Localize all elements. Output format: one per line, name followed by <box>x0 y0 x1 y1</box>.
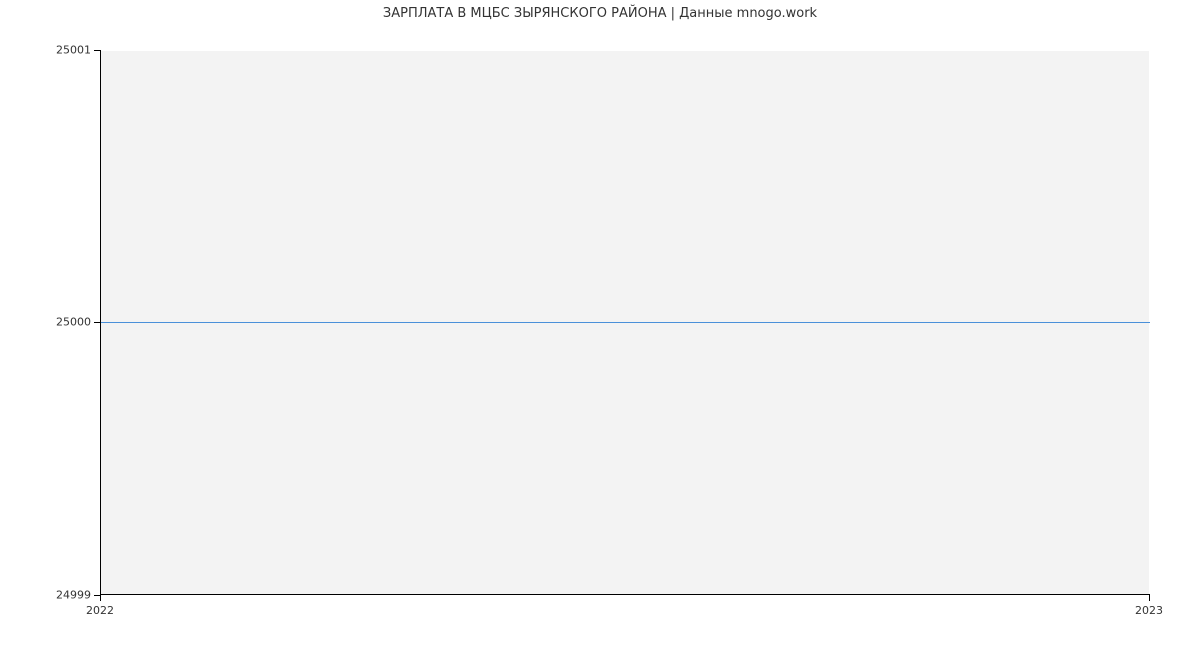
ytick-label-mid: 25000 <box>46 316 91 329</box>
chart-title: ЗАРПЛАТА В МЦБС ЗЫРЯНСКОГО РАЙОНА | Данн… <box>0 6 1200 21</box>
chart-container: ЗАРПЛАТА В МЦБС ЗЫРЯНСКОГО РАЙОНА | Данн… <box>0 0 1200 650</box>
xtick-label-right: 2023 <box>1135 604 1163 617</box>
ytick-label-bot: 24999 <box>46 589 91 602</box>
ytick-label-top: 25001 <box>46 44 91 57</box>
xtick-label-left: 2022 <box>86 604 114 617</box>
data-line <box>101 322 1150 323</box>
ytick-mark-top <box>94 50 100 51</box>
xtick-mark-left <box>100 595 101 601</box>
gridline-y-top <box>101 50 1150 51</box>
xtick-mark-right <box>1149 595 1150 601</box>
plot-area <box>100 50 1150 595</box>
ytick-mark-mid <box>94 322 100 323</box>
